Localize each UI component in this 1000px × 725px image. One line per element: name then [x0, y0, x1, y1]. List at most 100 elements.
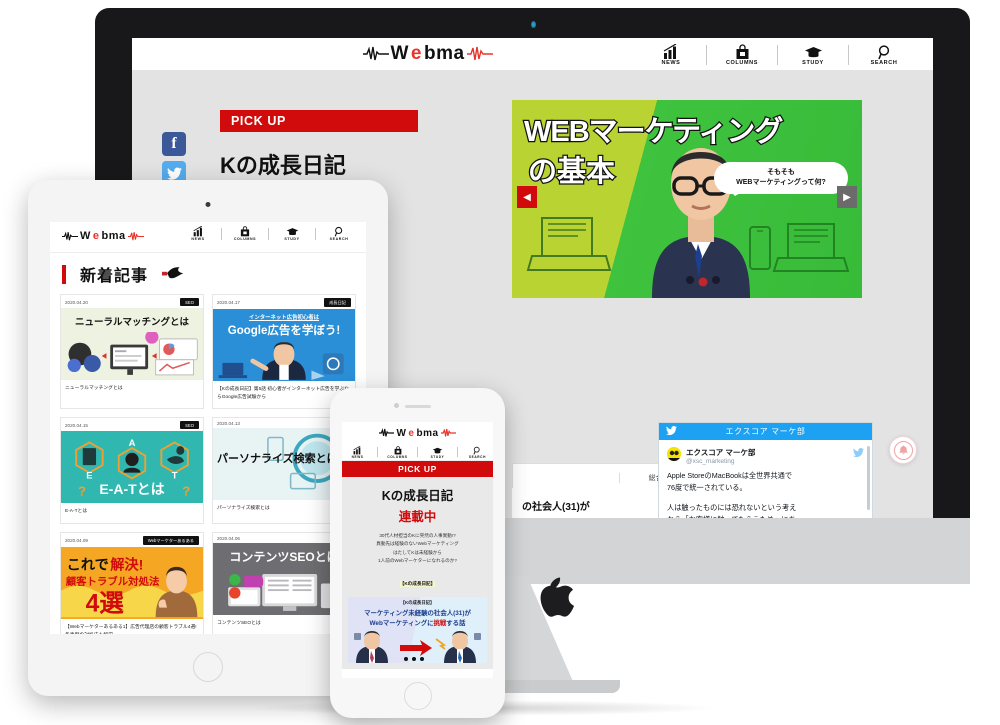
- ipad-camera: [205, 202, 211, 207]
- card-date: 2020.04.06: [217, 536, 240, 542]
- nav-divider: [377, 447, 378, 457]
- phone-header: We bma: [342, 422, 493, 444]
- nav-label-columns: COLUMNS: [725, 59, 758, 66]
- waveform-right-icon: [466, 46, 493, 61]
- notification-fab[interactable]: [889, 436, 917, 464]
- article-card[interactable]: 2020.04.09 Webマーケターあるある これで 解決! 顧客トラブル対処…: [60, 532, 204, 634]
- card-date: 2020.04.09: [65, 538, 88, 544]
- nav-item-search[interactable]: SEARCH: [320, 226, 358, 241]
- nav-item-columns[interactable]: COLUMNS: [382, 445, 413, 459]
- tweet-text: Apple StoreのMacBookは全世界共通で 76度で統一されている。 …: [667, 470, 864, 519]
- bell-ring: [893, 440, 913, 460]
- logo-e: e: [92, 230, 100, 242]
- banner-line2-a: Webマーケティングに: [369, 619, 434, 627]
- nav-label-study: STUDY: [802, 59, 824, 66]
- phone-description: 30代人材担当のKに突然の人事異動!? 異動先は経験のないWebマーケティング …: [348, 532, 487, 566]
- nav-label-search: SEARCH: [329, 237, 349, 241]
- twitter-icon-small: [853, 448, 864, 457]
- bar-chart-icon: [192, 226, 202, 237]
- hero-title-line2: の基本: [527, 155, 617, 190]
- iphone-camera: [393, 403, 399, 408]
- card-meta: 2020.04.15 SEO: [61, 418, 203, 431]
- site-logo-phone[interactable]: We bma: [379, 427, 456, 439]
- nav-divider: [706, 44, 707, 65]
- section-title: 新着記事: [80, 268, 149, 285]
- svg-text:解決!: 解決!: [110, 557, 143, 574]
- nav-divider: [315, 227, 316, 240]
- graduation-cap-icon: [432, 447, 443, 453]
- neural-illustration: [67, 332, 198, 376]
- tweet-line-1: Apple StoreのMacBookは全世界共通で: [667, 471, 793, 480]
- avatar-icon: [667, 447, 681, 461]
- nav-item-study[interactable]: STUDY: [273, 226, 311, 241]
- site-logo[interactable]: We bma: [362, 43, 493, 65]
- twitter-widget-header: エクスコア マーケ部: [659, 423, 872, 440]
- phone-pickup-label: PICK UP: [398, 464, 437, 474]
- pickup-band-label: PICK UP: [231, 114, 286, 128]
- share-rail: f: [162, 132, 186, 185]
- bag-icon: [394, 445, 401, 454]
- card-tag: Webマーケターあるある: [142, 536, 199, 546]
- phone-series-link[interactable]: 【Kの成長日記】: [399, 580, 436, 587]
- carousel-prev-button[interactable]: ◀: [517, 186, 537, 208]
- phone-article-banner[interactable]: 【Kの成長日記】 マーケティング未経験の社会人(31)が Webマーケティングに…: [348, 596, 487, 663]
- twitter-widget-body: エクスコア マーケ部 @xsc_marketing Apple StoreのMa…: [659, 440, 872, 519]
- search-icon: [877, 44, 889, 59]
- thumb-title: Google広告を学ぼう!: [227, 325, 341, 337]
- search-icon: [334, 226, 343, 237]
- ipad-home-button[interactable]: [193, 652, 223, 682]
- bar-chart-icon: [353, 445, 361, 454]
- nav-label-search: SEARCH: [468, 454, 486, 459]
- main-nav-tablet: NEWS COLUMNS STUDY SEARCH: [179, 226, 358, 241]
- bag-icon: [736, 43, 748, 59]
- nav-item-news[interactable]: NEWS: [179, 226, 217, 241]
- card-date: 2020.04.17: [217, 300, 240, 305]
- card-tag: SEO: [180, 421, 199, 430]
- nav-label-search: SEARCH: [870, 59, 898, 66]
- graduation-cap-icon: [286, 228, 298, 236]
- twitter-icon: [166, 167, 182, 180]
- hero-carousel[interactable]: WEBマーケティング の基本 そもそも WEBマーケティングって何? ◀ ▶: [512, 100, 862, 298]
- twitter-handle: @xsc_marketing: [686, 458, 735, 465]
- tablet-header: We bma NEWS COLUMNS STUDY SEARCH: [50, 222, 366, 253]
- carousel-next-button[interactable]: ▶: [837, 186, 857, 208]
- article-card[interactable]: 2020.04.15 SEO E A T ? ? E-A-Tとは E-A-Tとは: [60, 417, 204, 525]
- nav-item-columns[interactable]: COLUMNS: [711, 43, 773, 66]
- tablet-screen: We bma NEWS COLUMNS STUDY SEARCH 新着記事 20…: [50, 222, 366, 634]
- facebook-share-button[interactable]: f: [162, 132, 186, 156]
- banner-line-1: マーケティング未経験の社会人(31)が: [364, 609, 471, 617]
- nav-item-study[interactable]: STUDY: [422, 446, 453, 459]
- twitter-account-row: エクスコア マーケ部 @xsc_marketing: [667, 447, 864, 465]
- phone-desc-line-4: 1人前のWebマーケターになれるのか?: [378, 558, 457, 564]
- article-card[interactable]: 2020.04.17 成長日記 インターネット広告初心者は Google広告を学…: [212, 294, 356, 410]
- twitter-account-name: エクスコア マーケ部: [686, 448, 756, 457]
- presenter-illustration: [218, 342, 344, 380]
- banner-line2-highlight: 挑戦: [433, 619, 447, 627]
- card-thumbnail: ニューラルマッチングとは: [61, 308, 203, 380]
- iphone-device: We bma NEWS COLUMNS STUDY SEARCH PICK UP…: [330, 388, 505, 718]
- svg-text:顧客トラブル対処法: 顧客トラブル対処法: [66, 575, 160, 588]
- twitter-timeline-widget[interactable]: エクスコア マーケ部 エクスコア マーケ部 @xsc_marketing App…: [658, 422, 873, 519]
- nav-item-study[interactable]: STUDY: [782, 44, 844, 66]
- chevron-left-icon: ◀: [523, 191, 531, 203]
- svg-text:これで: これで: [67, 558, 109, 574]
- site-logo-tablet[interactable]: We bma: [62, 230, 144, 242]
- graduation-cap-icon: [804, 46, 822, 57]
- logo-bma: bma: [416, 427, 439, 439]
- nav-divider: [457, 447, 458, 457]
- nav-item-search[interactable]: SEARCH: [462, 446, 493, 459]
- twitter-scrollbar[interactable]: [867, 446, 870, 510]
- bar-chart-icon: [663, 43, 677, 59]
- nav-item-search[interactable]: SEARCH: [853, 44, 915, 66]
- svg-text:4選: 4選: [86, 589, 125, 617]
- nav-item-columns[interactable]: COLUMNS: [226, 226, 264, 241]
- article-card[interactable]: 2020.04.20 SEO ニューラルマッチングとは ニューラルマッチングとは: [60, 294, 204, 410]
- iphone-home-button[interactable]: [403, 682, 432, 710]
- trouble-illustration: これで 解決! 顧客トラブル対処法 4選: [61, 557, 203, 617]
- nav-item-news[interactable]: NEWS: [640, 43, 702, 66]
- nav-label-columns: COLUMNS: [387, 454, 408, 459]
- section-accent-bar: [62, 264, 66, 284]
- laptop-illustration-left: [526, 217, 612, 271]
- logo-bma: bma: [423, 43, 465, 64]
- nav-item-news[interactable]: NEWS: [342, 445, 373, 459]
